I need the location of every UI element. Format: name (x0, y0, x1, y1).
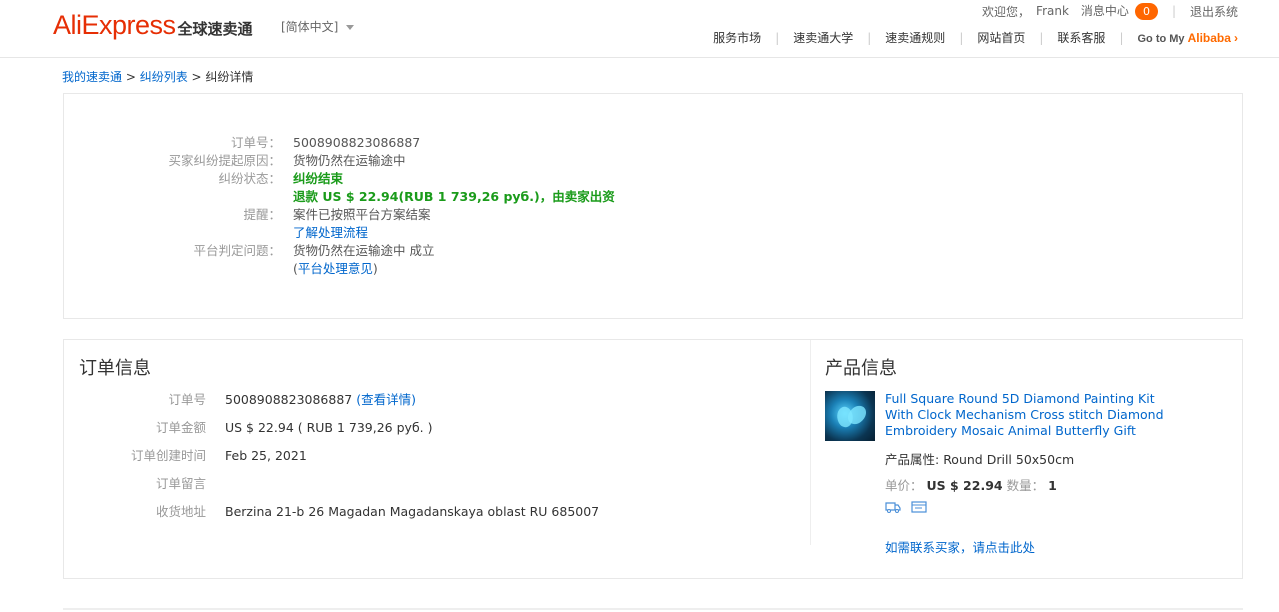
messages-link[interactable]: 消息中心 0 (1081, 2, 1158, 20)
price-value: US $ 22.94 (926, 478, 1003, 493)
dispute-detail-panel: 订单号： 5008908823086887 买家纠纷提起原因： 货物仍然在运输途… (63, 93, 1243, 319)
nav-rules[interactable]: 速卖通规则 (885, 29, 945, 46)
dispute-refund-row: 退款 US $ 22.94(RUB 1 739,26 руб.)，由卖家出资 (64, 188, 615, 206)
view-detail-link[interactable]: (查看详情) (356, 391, 416, 409)
amount-label: 订单金额 (155, 420, 206, 435)
contact-buyer-link[interactable]: 如需联系买家，请点击此处 (885, 537, 1035, 556)
nav-home[interactable]: 网站首页 (977, 29, 1025, 46)
order-no-value: 5008908823086887 (293, 135, 421, 150)
reminder-value: 案件已按照平台方案结案 (293, 207, 431, 222)
qty-value: 1 (1048, 478, 1057, 493)
messages-label: 消息中心 (1080, 4, 1129, 18)
product-info-title: 产品信息 (825, 358, 897, 379)
divider: | (1039, 30, 1044, 45)
dispute-verdict-row: 平台判定问题： 货物仍然在运输途中 成立 (64, 242, 434, 260)
order-no-value: 5008908823086887 (225, 392, 353, 407)
breadcrumb: 我的速卖通 > 纠纷列表 > 纠纷详情 (62, 68, 253, 85)
top-header: AliExpress 全球速卖通 [简体中文] 欢迎您， Frank 消息中心 0… (0, 0, 1279, 58)
dispute-opinion-row: (平台处理意见) (64, 260, 378, 278)
divider: | (1171, 4, 1176, 18)
breadcrumb-sep: > (187, 70, 206, 84)
order-no-label: 订单号： (230, 135, 281, 150)
breadcrumb-dispute-detail: 纠纷详情 (205, 70, 254, 84)
divider: | (1119, 30, 1124, 45)
attr-label: 产品属性: (885, 452, 944, 467)
nav-service-market[interactable]: 服务市场 (713, 29, 761, 46)
reason-label: 买家纠纷提起原因： (168, 153, 281, 168)
column-divider (810, 340, 811, 545)
reason-value: 货物仍然在运输途中 (293, 153, 406, 168)
breadcrumb-dispute-list[interactable]: 纠纷列表 (140, 70, 188, 84)
logo-cn-text: 全球速卖通 (177, 20, 253, 38)
dispute-reason-row: 买家纠纷提起原因： 货物仍然在运输途中 (64, 152, 406, 170)
amount-value: US $ 22.94 ( RUB 1 739,26 руб. ) (225, 420, 433, 435)
price-label: 单价： (885, 478, 923, 493)
address-value: Berzina 21-b 26 Magadan Magadanskaya obl… (225, 504, 600, 519)
logout-link[interactable]: 退出系统 (1190, 3, 1238, 20)
product-title-link[interactable]: Full Square Round 5D Diamond Painting Ki… (885, 391, 1175, 439)
language-label: [简体中文] (281, 20, 339, 34)
paren-close: ) (372, 261, 378, 276)
bottom-divider (63, 608, 1243, 610)
top-nav: 服务市场 | 速卖通大学 | 速卖通规则 | 网站首页 | 联系客服 | Go … (713, 29, 1238, 46)
note-label: 订单留言 (155, 476, 206, 491)
aliexpress-logo[interactable]: AliExpress 全球速卖通 (53, 10, 253, 41)
address-label: 收货地址 (155, 504, 206, 519)
dispute-status-row: 纠纷状态： 纠纷结束 (64, 170, 343, 188)
order-no-row: 订单号 5008908823086887 (查看详情) (64, 391, 416, 409)
verdict-label: 平台判定问题： (193, 243, 281, 258)
status-label: 纠纷状态： (218, 171, 281, 186)
welcome-text: 欢迎您， (982, 4, 1031, 19)
goto-prefix: Go to My (1137, 32, 1188, 45)
divider: | (959, 30, 964, 45)
process-link[interactable]: 了解处理流程 (293, 224, 368, 242)
user-bar: 欢迎您， Frank 消息中心 0 | 退出系统 (982, 2, 1238, 20)
opinion-link-wrap: (平台处理意见) (293, 260, 378, 278)
platform-opinion-link[interactable]: 平台处理意见 (298, 261, 373, 276)
order-note-row: 订单留言 (64, 475, 225, 493)
attr-value: Round Drill 50x50cm (943, 452, 1075, 467)
refund-value: 退款 US $ 22.94(RUB 1 739,26 руб.)，由卖家出资 (293, 189, 615, 204)
order-no-label: 订单号 (168, 392, 206, 407)
shipping-icon[interactable] (885, 500, 901, 517)
divider: | (867, 30, 872, 45)
nav-university[interactable]: 速卖通大学 (793, 29, 853, 46)
chevron-down-icon (346, 25, 355, 30)
nav-support[interactable]: 联系客服 (1057, 29, 1105, 46)
alibaba-brand: Alibaba (1187, 30, 1231, 45)
dispute-process-row: 了解处理流程 (64, 224, 368, 242)
order-address-row: 收货地址 Berzina 21-b 26 Magadan Magadanskay… (64, 503, 599, 521)
divider: | (775, 30, 780, 45)
messages-count-badge: 0 (1134, 3, 1158, 20)
order-product-panel: 订单信息 订单号 5008908823086887 (查看详情) 订单金额 US… (63, 339, 1243, 579)
verdict-value: 货物仍然在运输途中 成立 (293, 243, 435, 258)
arrow-right-icon: › (1234, 30, 1238, 45)
dispute-reminder-row: 提醒： 案件已按照平台方案结案 (64, 206, 431, 224)
order-created-row: 订单创建时间 Feb 25, 2021 (64, 447, 307, 465)
product-attr: 产品属性: Round Drill 50x50cm (885, 449, 1074, 468)
reminder-label: 提醒： (243, 207, 281, 222)
language-selector[interactable]: [简体中文] (281, 18, 355, 35)
status-value: 纠纷结束 (293, 171, 344, 186)
qty-label: 数量： (1006, 478, 1045, 493)
order-info-title: 订单信息 (79, 358, 151, 379)
product-icons (885, 500, 927, 517)
created-value: Feb 25, 2021 (225, 448, 307, 463)
product-price-row: 单价： US $ 22.94 数量： 1 (885, 475, 1057, 494)
breadcrumb-sep: > (122, 70, 140, 84)
product-thumbnail[interactable] (825, 391, 875, 441)
goto-alibaba-link[interactable]: Go to My Alibaba › (1137, 31, 1238, 45)
order-amount-row: 订单金额 US $ 22.94 ( RUB 1 739,26 руб. ) (64, 419, 433, 437)
username[interactable]: Frank (1036, 4, 1069, 18)
snapshot-icon[interactable] (911, 500, 927, 517)
dispute-order-row: 订单号： 5008908823086887 (64, 134, 420, 152)
created-label: 订单创建时间 (130, 448, 206, 463)
breadcrumb-my-aliexpress[interactable]: 我的速卖通 (62, 70, 122, 84)
logo-text: AliExpress (53, 10, 176, 40)
